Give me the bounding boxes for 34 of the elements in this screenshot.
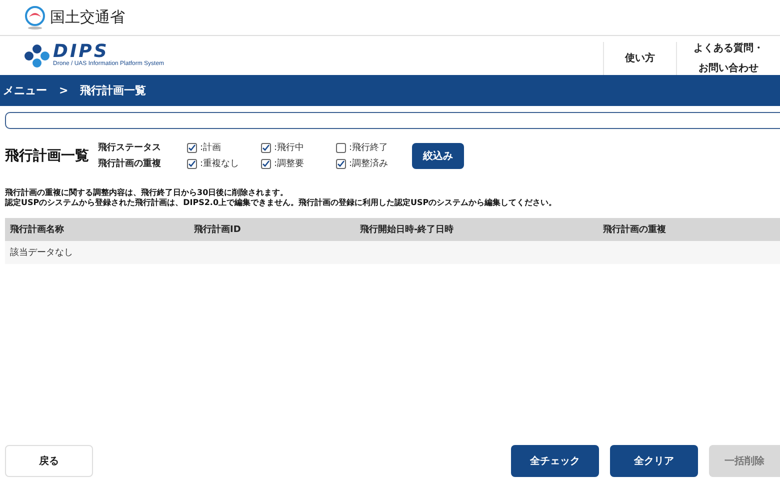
checkbox-label: :飛行終了 bbox=[349, 142, 388, 154]
back-button[interactable]: 戻る bbox=[5, 445, 93, 477]
logo-icon bbox=[24, 44, 50, 68]
action-button[interactable]: 全クリア bbox=[610, 445, 698, 477]
checkbox-label: :調整済み bbox=[349, 158, 388, 170]
checkbox-label: :調整要 bbox=[274, 158, 304, 170]
checkbox[interactable] bbox=[187, 142, 197, 152]
action-button[interactable]: 全チェック bbox=[511, 445, 599, 477]
filter-button[interactable]: 絞込み bbox=[412, 142, 464, 168]
page-title: 飛行計画一覧 bbox=[5, 146, 89, 164]
logo-text: DIPS bbox=[53, 43, 109, 61]
checkbox[interactable] bbox=[336, 158, 346, 168]
breadcrumb-link[interactable]: メニュー bbox=[3, 83, 47, 98]
checkbox[interactable] bbox=[187, 158, 197, 168]
search-field[interactable] bbox=[5, 112, 780, 129]
breadcrumb-current: 飛行計画一覧 bbox=[80, 83, 146, 98]
checkbox[interactable] bbox=[261, 158, 271, 168]
column-header: 飛行計画名称 bbox=[9, 223, 65, 236]
ministry-logo-icon bbox=[24, 6, 46, 30]
ministry-name: 国土交通省 bbox=[50, 8, 125, 27]
notice-text: 飛行計画の重複に関する調整内容は、飛行終了日から30日後に削除されます。 bbox=[5, 188, 290, 198]
breadcrumb-separator: > bbox=[59, 84, 68, 97]
checkbox[interactable] bbox=[261, 142, 271, 152]
checkbox-label: :計画 bbox=[200, 142, 222, 154]
filter-label: 飛行ステータス bbox=[98, 142, 162, 154]
column-header: 飛行開始日時-終了日時 bbox=[359, 223, 455, 236]
column-header: 飛行計画ID bbox=[193, 223, 242, 236]
empty-message: 該当データなし bbox=[5, 241, 780, 264]
checkbox-label: :飛行中 bbox=[274, 142, 304, 154]
checkbox[interactable] bbox=[336, 142, 346, 152]
filter-label: 飛行計画の重複 bbox=[98, 157, 162, 170]
checkbox-label: :重複なし bbox=[200, 158, 240, 170]
notice-text: 認定USPのシステムから登録された飛行計画は、DIPS2.0上で編集できません。飛行計画の登録に利用した認定USPのシステムから編集してください。 bbox=[5, 198, 558, 208]
column-header: 飛行計画の重複 bbox=[602, 223, 667, 236]
